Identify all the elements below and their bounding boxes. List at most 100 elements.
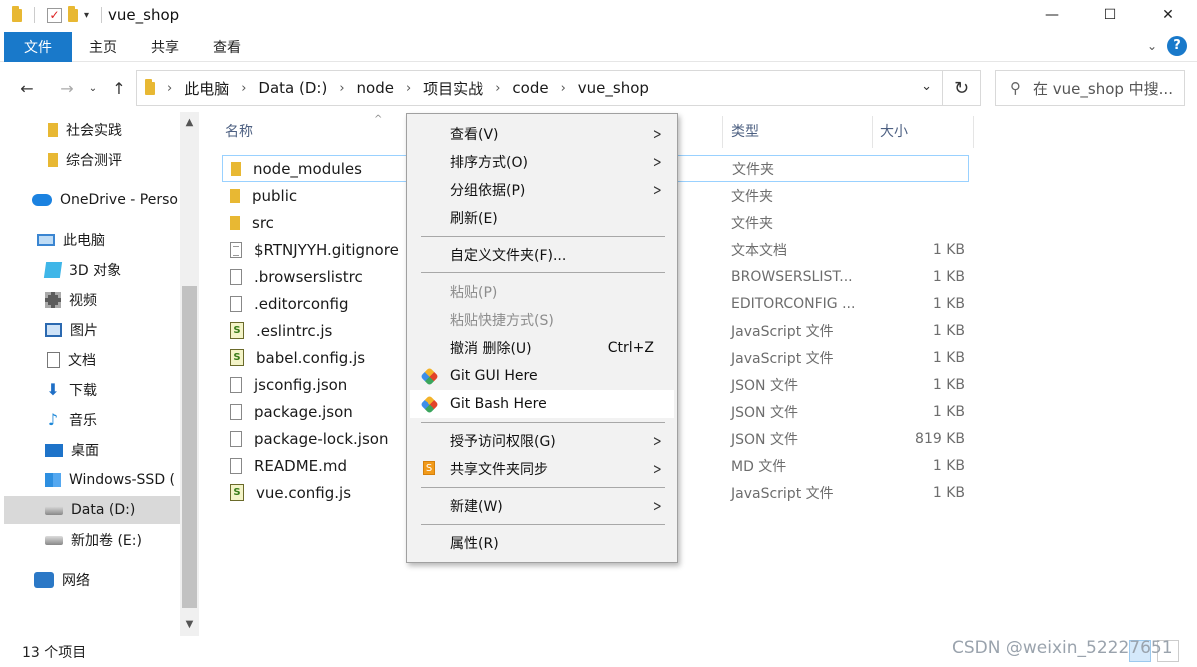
breadcrumb-this-pc[interactable]: 此电脑 bbox=[184, 78, 229, 99]
new-folder-icon[interactable] bbox=[68, 5, 78, 22]
nav-item-downloads[interactable]: ⬇ 下载 bbox=[4, 376, 180, 404]
scrollbar-thumb[interactable] bbox=[182, 286, 197, 608]
search-icon: ⚲ bbox=[1010, 79, 1021, 97]
nav-item-label: 音乐 bbox=[69, 413, 97, 429]
file-name: .editorconfig bbox=[254, 294, 349, 313]
menu-item-git-gui-here[interactable]: Git GUI Here bbox=[410, 362, 674, 390]
scroll-down-icon[interactable]: ▼ bbox=[180, 614, 199, 636]
menu-item-undo-delete[interactable]: 撤消 删除(U) Ctrl+Z bbox=[410, 334, 674, 362]
breadcrumb-chevron-icon[interactable]: › bbox=[241, 81, 246, 96]
file-name: src bbox=[252, 213, 274, 232]
menu-item-refresh[interactable]: 刷新(E) bbox=[410, 204, 674, 232]
breadcrumb-chevron-icon[interactable]: › bbox=[406, 81, 411, 96]
tab-home[interactable]: 主页 bbox=[72, 32, 134, 62]
nav-item-documents[interactable]: 文档 bbox=[4, 346, 180, 374]
file-size: 1 KB bbox=[932, 241, 965, 258]
recent-locations-chevron-icon[interactable]: ⌄ bbox=[86, 83, 100, 94]
menu-item-group-by[interactable]: 分组依据(P) > bbox=[410, 176, 674, 204]
file-type: 文件夹 bbox=[731, 188, 773, 205]
breadcrumb-code[interactable]: code bbox=[512, 79, 548, 97]
column-divider[interactable] bbox=[872, 116, 873, 148]
menu-item-new[interactable]: 新建(W) > bbox=[410, 492, 674, 520]
file-type: JSON 文件 bbox=[731, 404, 798, 421]
column-divider[interactable] bbox=[973, 116, 974, 148]
nav-item-social-practice[interactable]: 社会实践 bbox=[4, 116, 180, 144]
folder-icon bbox=[12, 5, 22, 22]
nav-item-3d-objects[interactable]: 3D 对象 bbox=[4, 256, 180, 284]
nav-pane-scrollbar[interactable]: ▲ ▼ bbox=[180, 112, 199, 636]
tab-share[interactable]: 共享 bbox=[134, 32, 196, 62]
menu-item-label: Git GUI Here bbox=[450, 368, 538, 384]
column-header-type[interactable]: 类型 bbox=[731, 118, 759, 144]
toolbar-divider bbox=[101, 7, 103, 23]
breadcrumb-chevron-icon[interactable]: › bbox=[167, 81, 172, 96]
file-name: .browserslistrc bbox=[254, 267, 363, 286]
breadcrumb-vue-shop[interactable]: vue_shop bbox=[578, 79, 649, 97]
breadcrumb-node[interactable]: node bbox=[357, 79, 394, 97]
nav-item-desktop[interactable]: 桌面 bbox=[4, 436, 180, 464]
nav-item-volume-e[interactable]: 新加卷 (E:) bbox=[4, 526, 180, 554]
menu-item-git-bash-here[interactable]: Git Bash Here bbox=[410, 390, 674, 418]
back-arrow-icon[interactable]: ← bbox=[14, 79, 40, 98]
address-bar[interactable]: › 此电脑 › Data (D:) › node › 项目实战 › code ›… bbox=[136, 70, 943, 106]
tab-file[interactable]: 文件 bbox=[4, 31, 72, 62]
file-type: 文件夹 bbox=[731, 215, 773, 232]
file-size: 819 KB bbox=[915, 430, 965, 447]
forward-arrow-icon[interactable]: → bbox=[54, 79, 80, 98]
menu-item-customize-folder[interactable]: 自定义文件夹(F)... bbox=[410, 241, 674, 269]
menu-item-label: 排序方式(O) bbox=[450, 155, 528, 171]
search-box[interactable]: ⚲ 在 vue_shop 中搜... bbox=[995, 70, 1185, 106]
up-arrow-icon[interactable]: ↑ bbox=[106, 79, 132, 98]
nav-item-evaluation[interactable]: 综合测评 bbox=[4, 146, 180, 174]
menu-item-label: 自定义文件夹(F)... bbox=[450, 248, 567, 264]
nav-item-windows-ssd[interactable]: Windows-SSD ( bbox=[4, 466, 180, 494]
nav-item-label: 社会实践 bbox=[66, 123, 122, 139]
pc-icon bbox=[37, 234, 55, 246]
minimize-button[interactable]: — bbox=[1023, 0, 1081, 30]
address-dropdown-icon[interactable]: ⌄ bbox=[921, 79, 932, 94]
menu-separator bbox=[421, 487, 665, 488]
nav-item-music[interactable]: ♪ 音乐 bbox=[4, 406, 180, 434]
menu-item-properties[interactable]: 属性(R) bbox=[410, 529, 674, 557]
nav-item-this-pc[interactable]: 此电脑 bbox=[4, 226, 180, 254]
menu-separator bbox=[421, 272, 665, 273]
breadcrumb-project[interactable]: 项目实战 bbox=[423, 78, 483, 99]
menu-item-sort-by[interactable]: 排序方式(O) > bbox=[410, 148, 674, 176]
breadcrumb-chevron-icon[interactable]: › bbox=[561, 81, 566, 96]
close-button[interactable]: ✕ bbox=[1139, 0, 1197, 30]
tab-view[interactable]: 查看 bbox=[196, 32, 258, 62]
context-menu: 查看(V) > 排序方式(O) > 分组依据(P) > 刷新(E) 自定义文件夹… bbox=[406, 113, 678, 563]
breadcrumb-chevron-icon[interactable]: › bbox=[495, 81, 500, 96]
file-name: jsconfig.json bbox=[254, 375, 348, 394]
breadcrumb-data-d[interactable]: Data (D:) bbox=[258, 79, 327, 97]
nav-item-data-d[interactable]: Data (D:) bbox=[4, 496, 180, 524]
column-divider[interactable] bbox=[722, 116, 723, 148]
maximize-button[interactable]: ☐ bbox=[1081, 0, 1139, 30]
blank-file-icon bbox=[230, 403, 242, 420]
search-input[interactable]: 在 vue_shop 中搜... bbox=[1033, 78, 1173, 99]
nav-item-pictures[interactable]: 图片 bbox=[4, 316, 180, 344]
folder-icon bbox=[145, 78, 155, 95]
navigation-pane: 社会实践 综合测评 OneDrive - Perso 此电脑 3D 对象 视频 … bbox=[4, 112, 180, 636]
breadcrumb-chevron-icon[interactable]: › bbox=[339, 81, 344, 96]
chevron-down-icon[interactable]: ⌄ bbox=[1147, 39, 1157, 53]
watermark: CSDN @weixin_52227651 bbox=[952, 638, 1173, 658]
nav-item-network[interactable]: 网络 bbox=[4, 566, 180, 594]
menu-item-grant-access[interactable]: 授予访问权限(G) > bbox=[410, 427, 674, 455]
help-icon[interactable]: ? bbox=[1167, 36, 1187, 56]
blank-file-icon bbox=[230, 376, 242, 393]
nav-item-onedrive[interactable]: OneDrive - Perso bbox=[4, 186, 180, 214]
share-sync-icon: S bbox=[423, 461, 435, 475]
menu-item-share-sync[interactable]: S 共享文件夹同步 > bbox=[410, 455, 674, 483]
column-header-name[interactable]: 名称 bbox=[225, 118, 253, 144]
properties-check-icon[interactable]: ✓ bbox=[47, 7, 62, 23]
customize-toolbar-arrow-icon[interactable]: ▾ bbox=[84, 10, 89, 21]
scroll-up-icon[interactable]: ▲ bbox=[180, 112, 199, 134]
refresh-icon[interactable]: ↻ bbox=[943, 70, 981, 106]
menu-item-view[interactable]: 查看(V) > bbox=[410, 120, 674, 148]
music-icon: ♪ bbox=[47, 410, 59, 429]
column-header-size[interactable]: 大小 bbox=[880, 118, 908, 144]
js-file-icon: S bbox=[230, 322, 244, 339]
nav-item-videos[interactable]: 视频 bbox=[4, 286, 180, 314]
file-name: .eslintrc.js bbox=[256, 321, 333, 340]
